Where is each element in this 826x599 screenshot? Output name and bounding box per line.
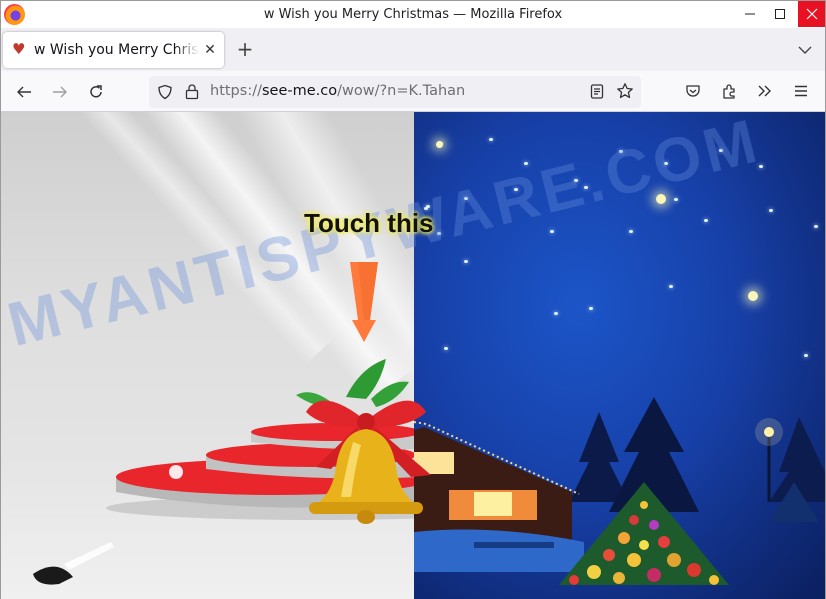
star bbox=[589, 307, 593, 310]
heart-icon: ♥ bbox=[12, 40, 26, 58]
url-prefix: https:// bbox=[210, 83, 262, 99]
tab-strip: ♥ w Wish you Merry Christmas ✕ + bbox=[1, 28, 825, 71]
app-menu-button[interactable] bbox=[791, 81, 811, 101]
window-title: w Wish you Merry Christmas — Mozilla Fir… bbox=[263, 7, 563, 22]
twinkle-star bbox=[436, 141, 443, 148]
new-tab-button[interactable]: + bbox=[234, 39, 256, 61]
close-window-button[interactable] bbox=[798, 1, 825, 27]
star bbox=[464, 197, 468, 200]
christmas-bell-button[interactable] bbox=[291, 357, 441, 527]
star bbox=[669, 285, 673, 288]
maximize-icon bbox=[775, 9, 785, 19]
star bbox=[704, 219, 708, 222]
forward-arrow-icon bbox=[53, 86, 67, 98]
star bbox=[444, 347, 448, 350]
spotlight-icon bbox=[33, 542, 114, 585]
twinkle-star bbox=[748, 291, 758, 301]
star bbox=[554, 312, 558, 315]
url-path: /wow/?n=K.Tahan bbox=[337, 83, 466, 99]
star bbox=[619, 150, 623, 153]
right-night-scene-panel bbox=[414, 112, 825, 599]
tab-active[interactable]: ♥ w Wish you Merry Christmas ✕ bbox=[3, 32, 224, 68]
star bbox=[719, 149, 723, 152]
minimize-button[interactable] bbox=[735, 1, 765, 27]
reload-icon bbox=[90, 85, 102, 98]
minimize-icon bbox=[745, 13, 755, 15]
hamburger-menu-icon bbox=[795, 85, 807, 97]
reader-view-icon bbox=[590, 84, 604, 99]
star bbox=[514, 188, 518, 191]
down-arrow-icon[interactable] bbox=[346, 262, 382, 344]
tab-label: w Wish you Merry Christmas bbox=[34, 42, 199, 58]
star bbox=[550, 230, 554, 233]
page-content: MYANTISPYWARE.COM Touch this bbox=[1, 112, 825, 599]
twinkle-star bbox=[656, 194, 666, 204]
star bbox=[464, 260, 468, 263]
star bbox=[437, 232, 441, 235]
star bbox=[489, 138, 493, 141]
pocket-icon bbox=[686, 85, 700, 97]
navigation-toolbar: https://see-me.co/wow/?n=K.Tahan bbox=[1, 71, 825, 112]
star bbox=[674, 198, 678, 201]
close-icon bbox=[806, 8, 817, 20]
star bbox=[524, 162, 528, 165]
bookmark-star-icon bbox=[617, 83, 633, 99]
forward-button[interactable] bbox=[49, 81, 71, 103]
url-host: see-me.co bbox=[261, 83, 338, 99]
list-all-tabs-button[interactable] bbox=[795, 40, 815, 60]
browser-window: w Wish you Merry Christmas — Mozilla Fir… bbox=[0, 0, 826, 599]
extensions-button[interactable] bbox=[720, 81, 740, 101]
touch-this-label[interactable]: Touch this bbox=[304, 208, 434, 239]
bookmark-button[interactable] bbox=[616, 82, 634, 100]
site-info-button[interactable] bbox=[184, 83, 200, 100]
star bbox=[804, 354, 808, 357]
christmas-tree-illustration bbox=[559, 482, 729, 585]
tracking-protection-button[interactable] bbox=[157, 84, 173, 100]
reader-view-button[interactable] bbox=[589, 83, 605, 100]
star bbox=[664, 162, 668, 165]
title-bar: w Wish you Merry Christmas — Mozilla Fir… bbox=[1, 1, 825, 28]
pocket-button[interactable] bbox=[683, 81, 703, 101]
overflow-chevrons-icon bbox=[758, 85, 771, 97]
chevron-down-icon bbox=[798, 46, 812, 54]
shield-icon bbox=[158, 84, 172, 100]
lock-icon bbox=[185, 84, 199, 100]
star bbox=[629, 230, 633, 233]
overflow-menu-button[interactable] bbox=[755, 81, 775, 101]
back-button[interactable] bbox=[13, 81, 35, 103]
back-arrow-icon bbox=[17, 86, 31, 98]
extensions-icon bbox=[723, 84, 735, 99]
star bbox=[759, 165, 763, 168]
star bbox=[584, 186, 588, 189]
url-bar[interactable]: https://see-me.co/wow/?n=K.Tahan bbox=[149, 76, 641, 108]
maximize-button[interactable] bbox=[765, 1, 795, 27]
tab-close-button[interactable]: ✕ bbox=[202, 42, 218, 58]
star bbox=[814, 225, 818, 228]
url-input[interactable]: https://see-me.co/wow/?n=K.Tahan bbox=[210, 83, 465, 99]
reload-button[interactable] bbox=[85, 81, 107, 103]
star bbox=[574, 179, 578, 182]
star bbox=[769, 209, 773, 212]
